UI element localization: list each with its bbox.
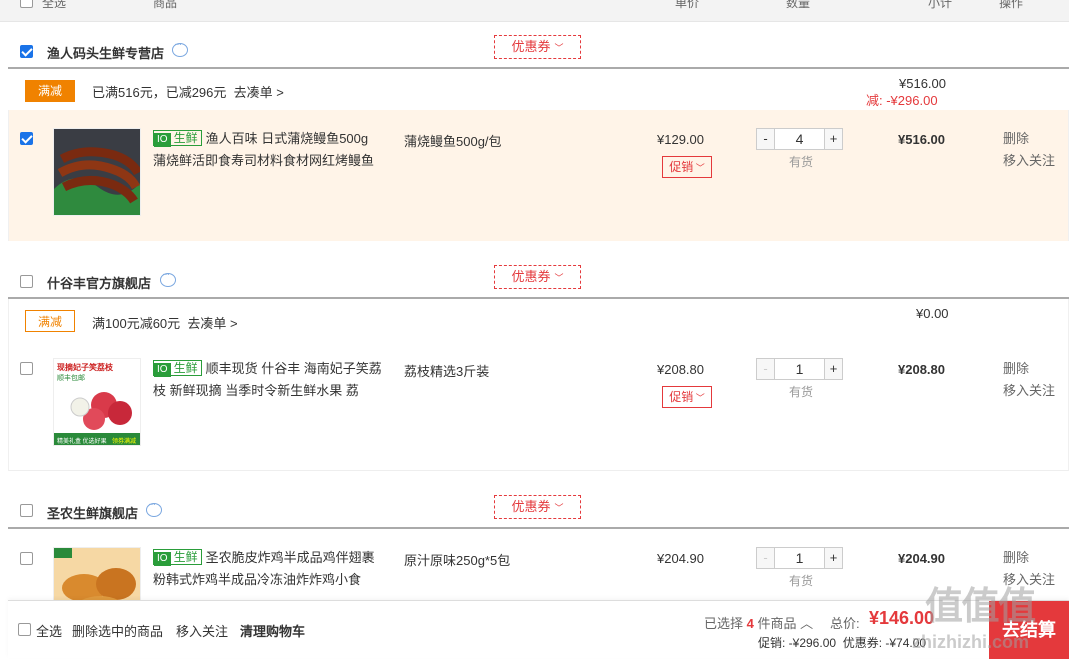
header-operation: 操作 [999, 0, 1024, 10]
image-caption: 现摘妃子笑荔枝 [57, 363, 113, 372]
move-to-follow-link[interactable]: 移入关注 [1003, 380, 1055, 402]
stock-status: 有货 [789, 574, 814, 588]
qty-input[interactable]: 1 [774, 548, 825, 568]
qty-input[interactable]: 4 [774, 129, 825, 149]
footer-select-all-checkbox[interactable] [18, 623, 31, 636]
product-title[interactable]: IO 生鲜 渔人百味 日式蒲烧鳗鱼500g 蒲烧鲜活即食寿司材料食材网红烤鳗鱼 [153, 128, 383, 172]
jd-fresh-icon: IO [154, 552, 171, 566]
header-subtotal: 小计 [928, 0, 953, 10]
move-to-follow-link[interactable]: 移入关注 [1003, 150, 1055, 172]
qty-decrease-button[interactable]: - [757, 359, 774, 379]
quantity-stepper: - 1 + [756, 358, 843, 380]
shop-checkbox[interactable] [20, 275, 33, 288]
qty-input[interactable]: 1 [774, 359, 825, 379]
fresh-badge: IO 生鲜 [153, 360, 202, 377]
jd-fresh-icon: IO [154, 363, 171, 377]
promo-link[interactable]: 去凑单 > [234, 85, 284, 100]
footer-select-all[interactable]: 全选 [36, 621, 62, 640]
item-checkbox[interactable] [20, 362, 33, 375]
qty-increase-button[interactable]: + [825, 359, 842, 379]
discount-breakdown: 促销: -¥296.00 优惠券: -¥74.00 [758, 636, 927, 650]
product-spec: 荔枝精选3斤装 [404, 364, 490, 379]
shop-summary-total: ¥0.00 [916, 306, 949, 321]
chat-icon[interactable] [160, 269, 176, 287]
shop-checkbox[interactable] [20, 45, 33, 58]
qty-increase-button[interactable]: + [825, 548, 842, 568]
header-select-all: 全选 [42, 0, 67, 10]
jd-fresh-icon: IO [154, 133, 171, 147]
total-label: 总价: [830, 616, 860, 631]
watermark-url: zhizhizhi.com [912, 632, 1029, 652]
chevron-down-icon: ﹀ [554, 43, 564, 53]
move-follow-link[interactable]: 移入关注 [176, 621, 228, 640]
coupon-button[interactable]: 优惠券 ﹀ [494, 495, 581, 519]
delete-link[interactable]: 删除 [1003, 358, 1029, 380]
cart-header: 全选 商品 单价 数量 小计 操作 [0, 0, 1069, 22]
image-caption: 顺丰包邮 [57, 375, 85, 382]
header-select-all-checkbox[interactable] [20, 0, 33, 8]
product-image-lychee[interactable]: 现摘妃子笑荔枝 顺丰包邮 精美礼盒 优选好果 领券满减 [53, 358, 141, 446]
promo-text: 满100元减60元 去凑单 > [92, 316, 238, 331]
fresh-badge: IO 生鲜 [153, 549, 202, 566]
promo-tag: 满减 [25, 80, 75, 102]
promo-link[interactable]: 去凑单 > [187, 316, 237, 331]
shop-divider [8, 67, 1069, 69]
image-caption: 领券满减 [112, 439, 137, 445]
shop-divider [8, 527, 1069, 529]
item-subtotal: ¥516.00 [898, 132, 945, 147]
stock-status: 有货 [789, 385, 814, 399]
selected-count-toggle[interactable]: 已选择 4 件商品 ︿ [704, 613, 813, 632]
delete-link[interactable]: 删除 [1003, 128, 1029, 150]
delete-link[interactable]: 删除 [1003, 547, 1029, 569]
qty-decrease-button[interactable]: - [757, 129, 774, 149]
shop-summary-discount: 减: -¥296.00 [866, 93, 938, 108]
coupon-button[interactable]: 优惠券 ﹀ [494, 35, 581, 59]
watermark-logo: 值 值 值 [925, 586, 1036, 628]
unit-price: ¥129.00 [657, 132, 704, 147]
chevron-down-icon: ﹀ [554, 273, 564, 283]
shop-name[interactable]: 渔人码头生鲜专营店 [47, 43, 164, 62]
stock-status: 有货 [789, 155, 814, 169]
product-spec: 原汁原味250g*5包 [404, 553, 511, 568]
chevron-down-icon: ﹀ [554, 503, 564, 513]
product-image-eel[interactable] [53, 128, 141, 216]
shop-name[interactable]: 什谷丰官方旗舰店 [47, 273, 151, 292]
product-title[interactable]: IO 生鲜 顺丰现货 什谷丰 海南妃子笑荔枝 新鲜现摘 当季时令新生鲜水果 荔 [153, 358, 383, 402]
promo-dropdown[interactable]: 促销 ﹀ [662, 386, 712, 408]
fresh-badge: IO 生鲜 [153, 130, 202, 147]
chevron-up-icon: ︿ [800, 616, 814, 631]
image-caption: 精美礼盒 优选好果 [57, 439, 107, 445]
chat-icon[interactable] [146, 499, 162, 517]
product-title[interactable]: IO 生鲜 圣农脆皮炸鸡半成品鸡伴翅裹粉韩式炸鸡半成品冷冻油炸炸鸡小食 [153, 547, 383, 591]
coupon-button[interactable]: 优惠券 ﹀ [494, 265, 581, 289]
product-spec: 蒲烧鳗鱼500g/包 [404, 134, 502, 149]
chevron-down-icon: ﹀ [693, 163, 705, 173]
quantity-stepper: - 4 + [756, 128, 843, 150]
chevron-down-icon: ﹀ [693, 393, 705, 403]
shop-checkbox[interactable] [20, 504, 33, 517]
item-subtotal: ¥208.80 [898, 362, 945, 377]
item-checkbox[interactable] [20, 552, 33, 565]
promo-tag: 满减 [25, 310, 75, 332]
qty-decrease-button[interactable]: - [757, 548, 774, 568]
header-product: 商品 [153, 0, 178, 10]
delete-selected-link[interactable]: 删除选中的商品 [72, 621, 163, 640]
shop-summary-total: ¥516.00 [899, 76, 946, 91]
item-checkbox[interactable] [20, 132, 33, 145]
clear-cart-link[interactable]: 清理购物车 [240, 621, 305, 640]
qty-increase-button[interactable]: + [825, 129, 842, 149]
quantity-stepper: - 1 + [756, 547, 843, 569]
item-subtotal: ¥204.90 [898, 551, 945, 566]
promo-text: 已满516元，已减296元 去凑单 > [92, 85, 284, 100]
unit-price: ¥208.80 [657, 362, 704, 377]
header-quantity: 数量 [786, 0, 811, 10]
chat-icon[interactable] [172, 39, 188, 57]
promo-dropdown[interactable]: 促销 ﹀ [662, 156, 712, 178]
shop-name[interactable]: 圣农生鲜旗舰店 [47, 503, 138, 522]
header-unit-price: 单价 [675, 0, 700, 10]
unit-price: ¥204.90 [657, 551, 704, 566]
cart-footer: 全选 删除选中的商品 移入关注 清理购物车 已选择 4 件商品 ︿ 总价: ¥1… [8, 600, 1069, 659]
